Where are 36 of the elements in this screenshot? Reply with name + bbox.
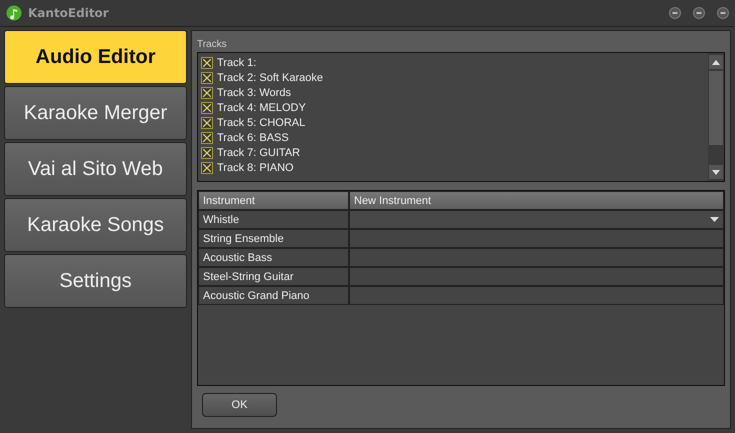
table-cell: Steel-String Guitar [198,267,349,286]
table-cell: Acoustic Grand Piano [198,286,349,305]
track-label: Track 4: MELODY [217,102,306,114]
sidebar-button[interactable]: Audio Editor [4,30,187,84]
sidebar-button[interactable]: Karaoke Merger [4,86,187,140]
sidebar-button[interactable]: Vai al Sito Web [4,142,187,196]
tracks-label: Tracks [197,39,228,50]
ok-button[interactable]: OK [202,393,277,417]
track-label: Track 2: Soft Karaoke [217,72,323,84]
window-title: KantoEditor [28,6,110,20]
checkbox[interactable] [201,116,213,128]
checkbox[interactable] [201,162,213,174]
sidebar-button[interactable]: Karaoke Songs [4,198,187,252]
track-label: Track 5: CHORAL [217,116,306,128]
table-cell: String Ensemble [198,229,349,248]
checkbox[interactable] [201,86,213,98]
music-note-icon [6,5,22,21]
checkbox[interactable] [201,132,213,144]
sidebar-button[interactable]: Settings [4,254,187,308]
checkbox[interactable] [201,102,213,114]
table-cell: Whistle [198,210,349,229]
column-header: Instrument [198,191,349,210]
scrollbar[interactable] [708,53,724,181]
table-cell: Acoustic Bass [198,248,349,267]
track-label: Track 8: PIANO [217,162,294,174]
minimize-icon[interactable] [669,7,681,19]
track-label: Track 6: BASS [217,132,289,144]
track-label: Track 7: GUITAR [217,146,300,158]
track-label: Track 3: Words [217,86,291,98]
checkbox[interactable] [201,56,213,68]
track-label: Track 1: [217,56,256,68]
up-arrow-icon[interactable] [712,60,720,64]
column-header: New Instrument [349,191,724,210]
checkbox[interactable] [201,72,213,84]
checkbox[interactable] [201,146,213,158]
down-arrow-icon[interactable] [712,170,720,174]
